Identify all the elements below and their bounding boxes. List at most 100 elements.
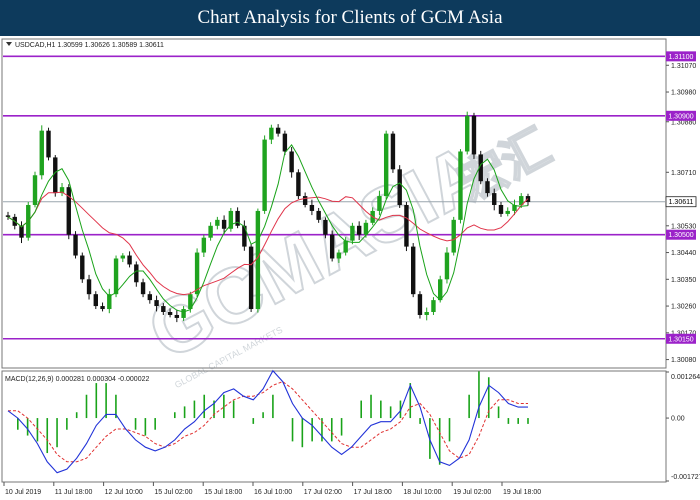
candle-body <box>438 279 443 301</box>
candle-body <box>147 294 153 301</box>
candle-body <box>262 139 267 211</box>
y-tick-label: 1.31070 <box>671 63 696 70</box>
page-title: Chart Analysis for Clients of GCM Asia <box>197 7 503 28</box>
price-axis: 1.310701.309801.308801.307101.305301.304… <box>666 63 696 364</box>
title-banner: Chart Analysis for Clients of GCM Asia <box>0 0 700 36</box>
candle-body <box>248 246 254 310</box>
macd-plot: 0.001264 0.00 -0.001727 <box>7 369 700 482</box>
candle-body <box>221 219 227 229</box>
candle-body <box>485 181 490 194</box>
macd-y-tick-label: 0.00 <box>671 416 685 423</box>
candle-body <box>383 133 389 197</box>
macd-y-tick-label: -0.001727 <box>671 474 700 481</box>
x-tick-label: 18 Jul 10:00 <box>403 489 441 496</box>
candle-body <box>86 279 92 295</box>
y-tick-label: 1.30260 <box>671 304 696 311</box>
candle-body <box>404 204 409 247</box>
candle-body <box>498 204 504 214</box>
candle-body <box>5 215 11 217</box>
current-price-label: 1.30611 <box>669 199 694 206</box>
candle-body <box>316 210 321 220</box>
time-axis: 10 Jul 2019 11 Jul 18:00 12 Jul 10:00 15 Ju… <box>3 482 541 496</box>
candle-body <box>32 175 38 205</box>
macd-y-tick-label: 0.001264 <box>671 374 700 381</box>
macd-pane-frame <box>1 370 667 483</box>
candle-body <box>93 294 98 307</box>
level-label: 1.30150 <box>668 336 693 343</box>
candle-body <box>458 151 463 220</box>
candle-body <box>471 115 477 155</box>
candle-body <box>242 225 247 247</box>
candle-body <box>269 127 274 140</box>
candle-body <box>73 234 78 256</box>
candle-body <box>289 151 294 173</box>
candle-body <box>492 193 497 205</box>
price-pane-title: USDCAD,H1 1.30599 1.30626 1.30589 1.3061… <box>15 42 164 49</box>
candle-body <box>424 312 429 315</box>
candle-body <box>350 225 355 241</box>
y-tick-label: 1.30980 <box>671 90 696 97</box>
candle-body <box>201 237 207 253</box>
candle-body <box>113 258 119 295</box>
y-tick-label: 1.30530 <box>671 223 696 230</box>
candle-body <box>100 306 105 310</box>
level-label: 1.30900 <box>668 113 693 120</box>
candle-body <box>120 255 126 259</box>
candle-body <box>296 172 301 197</box>
candle-body <box>134 264 139 283</box>
candle-body <box>302 196 308 205</box>
level-label: 1.30500 <box>668 232 693 239</box>
macd-title: MACD(12,26,9) 0.000281 0.000304 -0.00002… <box>5 376 149 383</box>
candle-body <box>336 252 342 259</box>
symbol-header: USDCAD,H1 1.30599 1.30626 1.30589 1.3061… <box>6 42 164 49</box>
dropdown-triangle-icon[interactable] <box>6 42 12 46</box>
candle-body <box>194 252 200 295</box>
candle-body <box>255 210 261 310</box>
y-tick-label: 1.30710 <box>671 170 696 177</box>
y-tick-label: 1.30440 <box>671 250 696 257</box>
candle-body <box>167 312 173 315</box>
y-tick-label: 1.30080 <box>671 357 696 364</box>
candle-body <box>343 240 348 253</box>
candle-body <box>431 300 436 313</box>
chart-area: GCMASIA 宏汇 GLOBAL CAPITAL MARKETS 1.3107… <box>1 38 700 496</box>
x-tick-label: 17 Jul 02:00 <box>304 489 342 496</box>
candle-body <box>323 219 328 235</box>
x-tick-label: 16 Jul 10:00 <box>254 489 292 496</box>
candle-body <box>154 300 159 307</box>
candle-body <box>127 255 132 265</box>
candle-body <box>377 196 382 211</box>
x-tick-label: 15 Jul 02:00 <box>154 489 192 496</box>
x-tick-label: 19 Jul 02:00 <box>453 489 491 496</box>
candle-body <box>465 115 470 152</box>
level-label: 1.31100 <box>669 54 694 61</box>
candle-body <box>66 187 71 235</box>
candle-body <box>53 157 58 194</box>
x-tick-label: 19 Jul 18:00 <box>503 489 541 496</box>
x-tick-label: 15 Jul 18:00 <box>204 489 242 496</box>
candle-body <box>39 130 44 176</box>
candle-body <box>505 210 510 214</box>
candle-body <box>417 294 423 315</box>
candle-body <box>356 225 362 235</box>
x-tick-label: 11 Jul 18:00 <box>55 489 93 496</box>
y-tick-label: 1.30350 <box>671 277 696 284</box>
candle-body <box>181 309 186 318</box>
candle-body <box>80 255 85 280</box>
candle-body <box>19 225 24 238</box>
candle-body <box>390 133 396 170</box>
candle-body <box>46 130 51 158</box>
candle-body <box>444 252 450 280</box>
candle-body <box>208 225 213 238</box>
x-tick-label: 12 Jul 10:00 <box>105 489 143 496</box>
candle-body <box>215 219 220 226</box>
candle-body <box>410 246 416 295</box>
candle-body <box>140 282 146 295</box>
candle-body <box>309 204 315 211</box>
x-tick-label: 10 Jul 2019 <box>5 489 41 496</box>
candle-body <box>282 133 288 152</box>
candle-body <box>275 127 281 134</box>
candle-body <box>329 234 335 259</box>
candle-body <box>161 306 166 313</box>
candle-body <box>397 169 402 205</box>
